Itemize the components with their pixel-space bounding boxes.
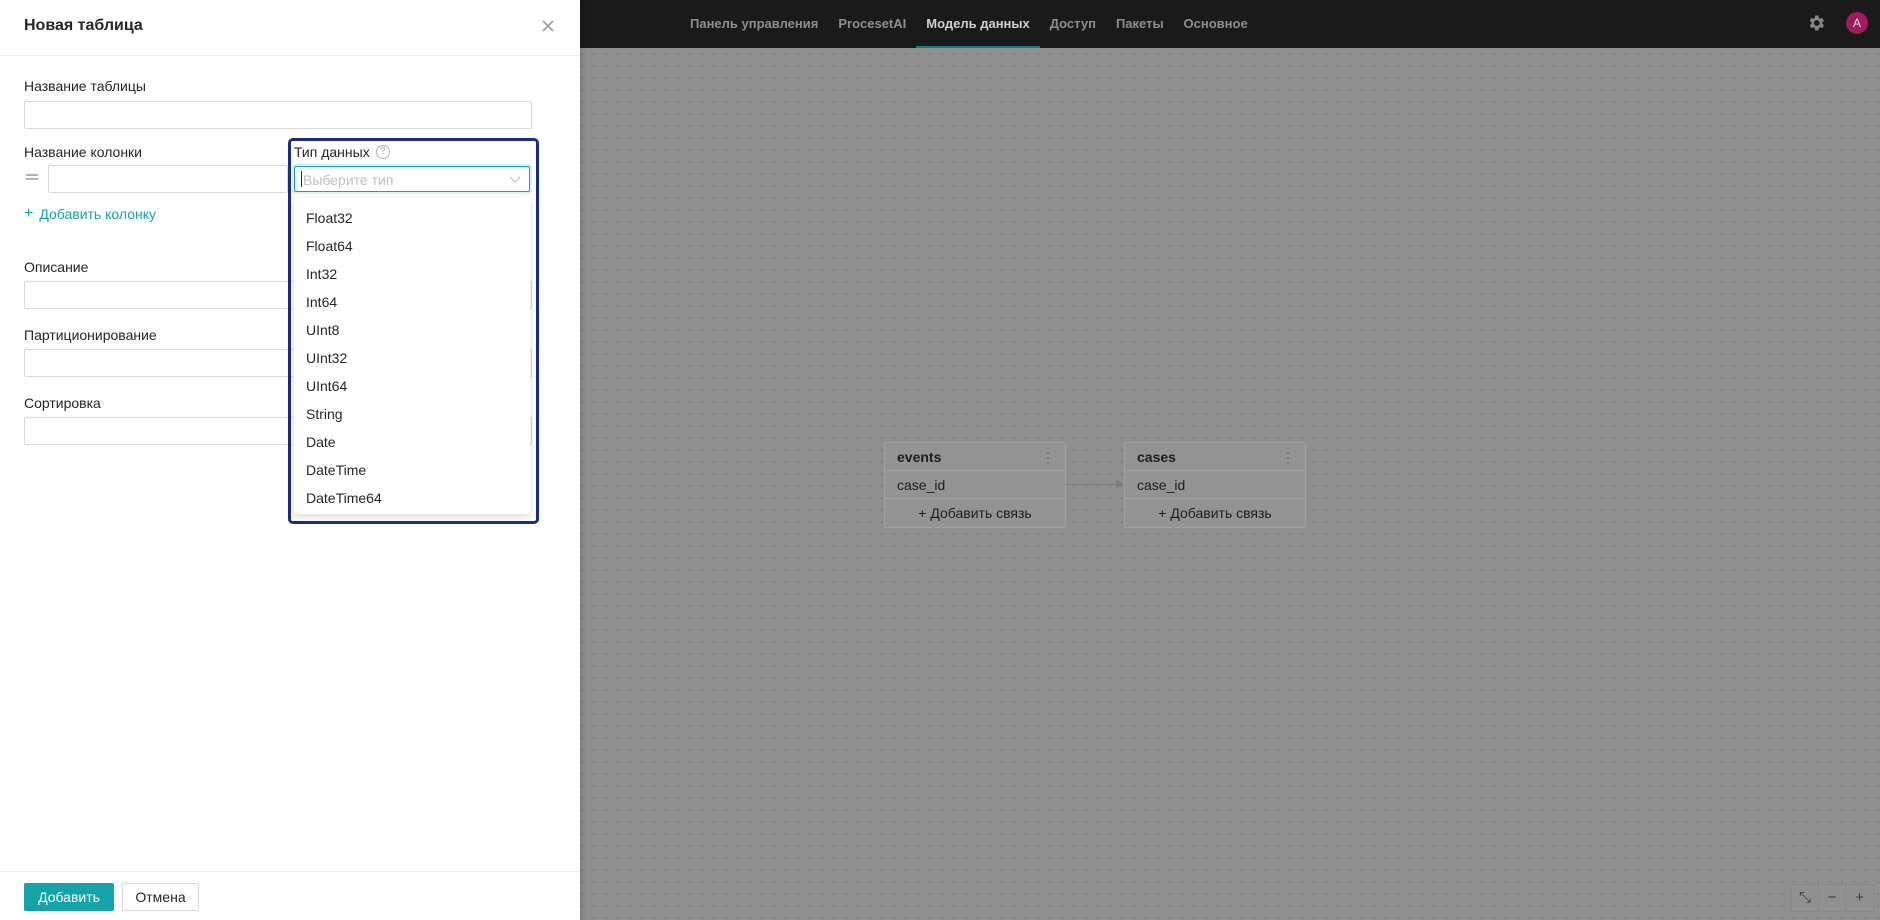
- main-nav: Панель управления ProcesetAI Модель данн…: [680, 0, 1258, 48]
- plus-icon: +: [1158, 505, 1171, 521]
- avatar[interactable]: A: [1846, 12, 1868, 34]
- description-label: Описание: [24, 259, 89, 275]
- nav-item-access[interactable]: Доступ: [1040, 0, 1106, 48]
- dropdown-option[interactable]: UInt32: [294, 344, 530, 372]
- zoom-in-icon[interactable]: +: [1846, 885, 1873, 911]
- partitioning-label: Партиционирование: [24, 327, 157, 343]
- nav-item-dashboard[interactable]: Панель управления: [680, 0, 828, 48]
- dropdown-option[interactable]: String: [294, 400, 530, 428]
- nav-item-packages[interactable]: Пакеты: [1106, 0, 1174, 48]
- add-link-label: Добавить связь: [930, 505, 1032, 521]
- table-node-title: cases: [1137, 449, 1176, 465]
- plus-icon: +: [918, 505, 931, 521]
- cancel-button[interactable]: Отмена: [122, 883, 199, 911]
- table-name-input[interactable]: [24, 101, 532, 129]
- add-column-label: Добавить колонку: [39, 206, 156, 222]
- add-link-button[interactable]: + Добавить связь: [1125, 499, 1305, 527]
- more-vertical-icon[interactable]: ⋮: [1041, 443, 1055, 471]
- table-node-cases[interactable]: cases ⋮ case_id + Добавить связь: [1124, 442, 1306, 528]
- data-type-dropdown: Float32 Float64 Int32 Int64 UInt8 UInt32…: [294, 198, 530, 514]
- more-vertical-icon[interactable]: ⋮: [1281, 443, 1295, 471]
- question-circle-icon[interactable]: ?: [375, 145, 390, 159]
- chevron-down-icon[interactable]: [509, 174, 521, 184]
- nav-item-data-model[interactable]: Модель данных: [916, 0, 1041, 48]
- add-link-button[interactable]: + Добавить связь: [885, 499, 1065, 527]
- dropdown-option[interactable]: Date: [294, 428, 530, 456]
- relation-edge: [1066, 484, 1120, 485]
- dropdown-option[interactable]: DateTime64: [294, 484, 530, 512]
- data-type-label: Тип данных ?: [294, 144, 390, 160]
- column-name-input[interactable]: [48, 165, 288, 193]
- add-link-label: Добавить связь: [1170, 505, 1272, 521]
- dropdown-option[interactable]: Float32: [294, 204, 530, 232]
- drag-handle-icon[interactable]: [26, 172, 38, 182]
- dropdown-option[interactable]: DateTime: [294, 456, 530, 484]
- dropdown-option[interactable]: Int32: [294, 260, 530, 288]
- add-column-button[interactable]: + Добавить колонку: [24, 205, 156, 223]
- fit-icon[interactable]: ⤡: [1792, 885, 1819, 911]
- table-node-column[interactable]: case_id: [1125, 471, 1305, 499]
- data-type-placeholder: Выберите тип: [303, 172, 394, 188]
- zoom-controls: ⤡ − +: [1791, 884, 1874, 912]
- arrow-right-icon: [1116, 480, 1124, 488]
- gear-icon[interactable]: [1806, 13, 1826, 33]
- table-node-title: events: [897, 449, 942, 465]
- plus-icon: +: [24, 205, 34, 222]
- add-button[interactable]: Добавить: [24, 883, 114, 911]
- table-name-label: Название таблицы: [24, 78, 146, 94]
- zoom-out-icon[interactable]: −: [1819, 885, 1846, 911]
- nav-item-general[interactable]: Основное: [1174, 0, 1258, 48]
- top-icons: A: [1806, 12, 1868, 34]
- drawer-title: Новая таблица: [24, 17, 143, 34]
- close-icon[interactable]: [540, 18, 556, 34]
- table-node-column[interactable]: case_id: [885, 471, 1065, 499]
- text-cursor: [301, 171, 302, 187]
- dropdown-option[interactable]: UInt8: [294, 316, 530, 344]
- nav-item-procesetai[interactable]: ProcesetAI: [828, 0, 916, 48]
- column-name-label: Название колонки: [24, 144, 143, 160]
- data-type-select[interactable]: Выберите тип: [294, 166, 530, 192]
- table-node-events[interactable]: events ⋮ case_id + Добавить связь: [884, 442, 1066, 528]
- drawer-footer: Добавить Отмена: [0, 871, 580, 920]
- dropdown-option[interactable]: Int64: [294, 288, 530, 316]
- new-table-drawer: Новая таблица Название таблицы Название …: [0, 0, 580, 920]
- sorting-label: Сортировка: [24, 395, 101, 411]
- drawer-header: Новая таблица: [0, 0, 580, 56]
- dropdown-option[interactable]: UInt64: [294, 372, 530, 400]
- dropdown-option[interactable]: Float64: [294, 232, 530, 260]
- data-type-label-text: Тип данных: [294, 144, 370, 160]
